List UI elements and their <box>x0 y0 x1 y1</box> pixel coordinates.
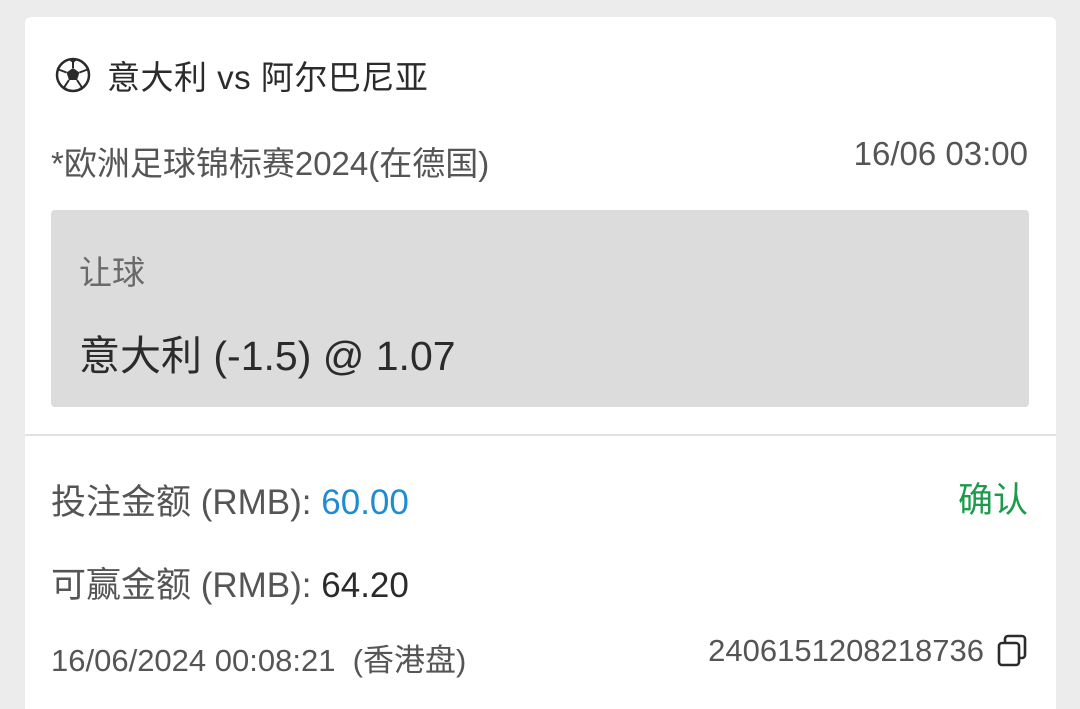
match-header: 意大利 vs 阿尔巴尼亚 <box>55 53 428 97</box>
winnings-label: 可赢金额 (RMB): <box>51 566 322 605</box>
ticket-row: 2406151208218736 <box>708 633 1028 669</box>
stake-label: 投注金额 (RMB): <box>51 483 322 522</box>
match-title: 意大利 vs 阿尔巴尼亚 <box>107 59 429 96</box>
ticket-id: 2406151208218736 <box>708 633 984 668</box>
placed-timestamp: 16/06/2024 00:08:21 (香港盘) <box>51 643 467 678</box>
copy-icon[interactable] <box>996 634 1028 668</box>
selection-odds: 意大利 (-1.5) @ 1.07 <box>79 333 456 379</box>
selection-box: 让球 意大利 (-1.5) @ 1.07 <box>51 210 1029 407</box>
winnings-amount: 64.20 <box>321 566 409 605</box>
divider <box>25 434 1056 436</box>
bet-slip-card: 意大利 vs 阿尔巴尼亚 *欧洲足球锦标赛2024(在德国) 16/06 03:… <box>25 17 1056 709</box>
kickoff-time: 16/06 03:00 <box>853 135 1028 172</box>
league-name: *欧洲足球锦标赛2024(在德国) <box>51 145 490 182</box>
market-label: 让球 <box>79 254 145 291</box>
winnings-row: 可赢金额 (RMB): 64.20 <box>51 557 409 608</box>
stake-row: 投注金额 (RMB): 60.00 <box>51 474 409 525</box>
soccer-ball-icon <box>55 57 91 93</box>
confirm-status: 确认 <box>957 481 1028 520</box>
stake-amount: 60.00 <box>321 483 409 522</box>
